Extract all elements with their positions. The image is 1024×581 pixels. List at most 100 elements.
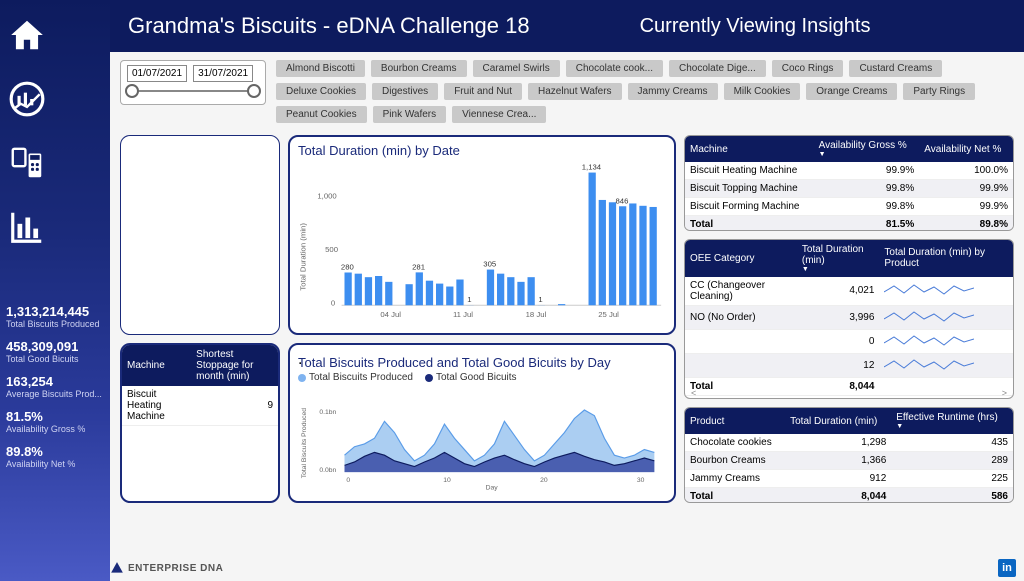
svg-text:0: 0 [331, 298, 335, 307]
product-chip[interactable]: Bourbon Creams [371, 60, 467, 77]
blank-panel [120, 135, 280, 335]
duration-bar-chart[interactable]: Total Duration (min) by Date Total Durat… [288, 135, 676, 335]
col-prod-dur[interactable]: Total Duration (min) [785, 408, 891, 434]
col-avail-net[interactable]: Availability Net % [919, 136, 1013, 162]
product-chip[interactable]: Viennese Crea... [452, 106, 546, 123]
page-subtitle: Currently Viewing Insights [640, 15, 871, 38]
linkedin-icon[interactable]: in [998, 559, 1016, 577]
svg-text:846: 846 [615, 196, 628, 205]
product-chip[interactable]: Almond Biscotti [276, 60, 365, 77]
table-row: Jammy Creams912225 [685, 470, 1013, 488]
table-row: Total81.5%89.8% [685, 216, 1013, 231]
svg-text:305: 305 [483, 260, 496, 269]
svg-text:11 Jul: 11 Jul [453, 310, 473, 319]
col-machine[interactable]: Machine [685, 136, 814, 162]
product-chip[interactable]: Custard Creams [849, 60, 942, 77]
kpi-label: Average Biscuits Prod... [6, 389, 104, 399]
table-row: Biscuit Heating Machine 9 [122, 386, 278, 426]
kpi-value: 163,254 [6, 374, 104, 389]
table-row: Biscuit Topping Machine99.8%99.9% [685, 180, 1013, 198]
product-runtime-table[interactable]: Product Total Duration (min) Effective R… [684, 407, 1014, 503]
table-row: Biscuit Heating Machine99.9%100.0% [685, 162, 1013, 180]
machine-availability-table[interactable]: Machine Availability Gross %▼ Availabili… [684, 135, 1014, 231]
product-chip[interactable]: Chocolate cook... [566, 60, 663, 77]
svg-text:281: 281 [412, 262, 425, 271]
y-axis-label: Total Duration (min) [299, 223, 308, 291]
svg-text:1,134: 1,134 [582, 163, 602, 172]
product-chip[interactable]: Caramel Swirls [473, 60, 560, 77]
stoppage-table[interactable]: Machine Shortest Stoppage for month (min… [120, 343, 280, 503]
product-chip[interactable]: Orange Creams [806, 83, 897, 100]
svg-text:10: 10 [443, 477, 451, 484]
svg-text:18 Jul: 18 Jul [526, 310, 547, 319]
product-filter-chips: Almond Biscotti Bourbon Creams Caramel Swi… [276, 60, 1014, 123]
kpi-value: 81.5% [6, 409, 104, 424]
calculator-icon[interactable] [8, 144, 46, 182]
svg-text:20: 20 [540, 477, 548, 484]
date-from[interactable]: 01/07/2021 [127, 65, 187, 82]
svg-text:04 Jul: 04 Jul [380, 310, 401, 319]
product-chip[interactable]: Party Rings [903, 83, 975, 100]
col-oee-spark[interactable]: Total Duration (min) by Product [879, 240, 1013, 277]
product-chip[interactable]: Milk Cookies [724, 83, 801, 100]
table-row: NO (No Order)3,996 [685, 305, 1013, 329]
table-row: 0 [685, 329, 1013, 353]
svg-text:1,000: 1,000 [317, 192, 336, 201]
col-machine[interactable]: Machine [122, 345, 191, 386]
sidebar: 1,313,214,445Total Biscuits Produced 458… [0, 0, 110, 581]
product-chip[interactable]: Peanut Cookies [276, 106, 367, 123]
chart-title: Total Duration (min) by Date [298, 143, 666, 158]
table-row: 12 [685, 353, 1013, 377]
col-prod-rt[interactable]: Effective Runtime (hrs)▼ [891, 408, 1013, 434]
svg-text:30: 30 [637, 477, 645, 484]
kpi-label: Total Biscuits Produced [6, 319, 104, 329]
product-chip[interactable]: Deluxe Cookies [276, 83, 366, 100]
kpi-label: Total Good Bicuits [6, 354, 104, 364]
table-row: Biscuit Forming Machine99.8%99.9% [685, 198, 1013, 216]
svg-text:0.1bn: 0.1bn [319, 409, 336, 416]
date-range-slicer[interactable]: 01/07/2021 31/07/2021 [120, 60, 266, 105]
table-row: CC (Changeover Cleaning)4,021 [685, 277, 1013, 306]
svg-text:1: 1 [467, 295, 471, 304]
dashboard-icon[interactable] [8, 80, 46, 118]
chart-title: Total Biscuits Produced and Total Good B… [298, 355, 666, 370]
product-chip[interactable]: Fruit and Nut [444, 83, 522, 100]
table-row: Total8,044586 [685, 488, 1013, 503]
kpi-label: Availability Net % [6, 459, 104, 469]
scroll-hint[interactable]: <> [691, 388, 1007, 396]
product-chip[interactable]: Pink Wafers [373, 106, 447, 123]
brand-icon [110, 561, 124, 575]
product-chip[interactable]: Coco Rings [772, 60, 844, 77]
svg-text:Total Biscuits Produced: Total Biscuits Produced [301, 408, 308, 479]
svg-text:500: 500 [325, 245, 338, 254]
oee-category-table[interactable]: OEE Category Total Duration (min)▼ Total… [684, 239, 1014, 400]
col-oee-cat[interactable]: OEE Category [685, 240, 797, 277]
header: Grandma's Biscuits - eDNA Challenge 18 C… [110, 0, 1024, 52]
kpi-value: 1,313,214,445 [6, 304, 104, 319]
col-oee-dur[interactable]: Total Duration (min)▼ [797, 240, 880, 277]
table-row: Bourbon Creams1,366289 [685, 452, 1013, 470]
kpi-label: Availability Gross % [6, 424, 104, 434]
col-stoppage[interactable]: Shortest Stoppage for month (min) [191, 345, 278, 386]
col-product[interactable]: Product [685, 408, 785, 434]
svg-text:1: 1 [538, 295, 542, 304]
col-avail-gross[interactable]: Availability Gross %▼ [814, 136, 920, 162]
table-row: Chocolate cookies1,298435 [685, 434, 1013, 452]
product-chip[interactable]: Jammy Creams [628, 83, 718, 100]
product-chip[interactable]: Digestives [372, 83, 438, 100]
date-slider[interactable] [127, 90, 259, 92]
kpi-value: 89.8% [6, 444, 104, 459]
home-icon[interactable] [8, 16, 46, 54]
svg-text:0: 0 [346, 477, 350, 484]
footer: ENTERPRISE DNA in [110, 557, 1016, 579]
svg-text:Day: Day [486, 485, 499, 492]
product-chip[interactable]: Hazelnut Wafers [528, 83, 622, 100]
produced-area-chart[interactable]: . Total Biscuits Produced and Total Good… [288, 343, 676, 503]
svg-text:0.0bn: 0.0bn [319, 467, 336, 474]
bar-chart-icon[interactable] [8, 208, 46, 246]
chart-legend: Total Biscuits Produced Total Good Bicui… [298, 372, 666, 383]
kpi-block: 1,313,214,445Total Biscuits Produced 458… [6, 304, 104, 479]
kpi-value: 458,309,091 [6, 339, 104, 354]
product-chip[interactable]: Chocolate Dige... [669, 60, 766, 77]
date-to[interactable]: 31/07/2021 [193, 65, 253, 82]
